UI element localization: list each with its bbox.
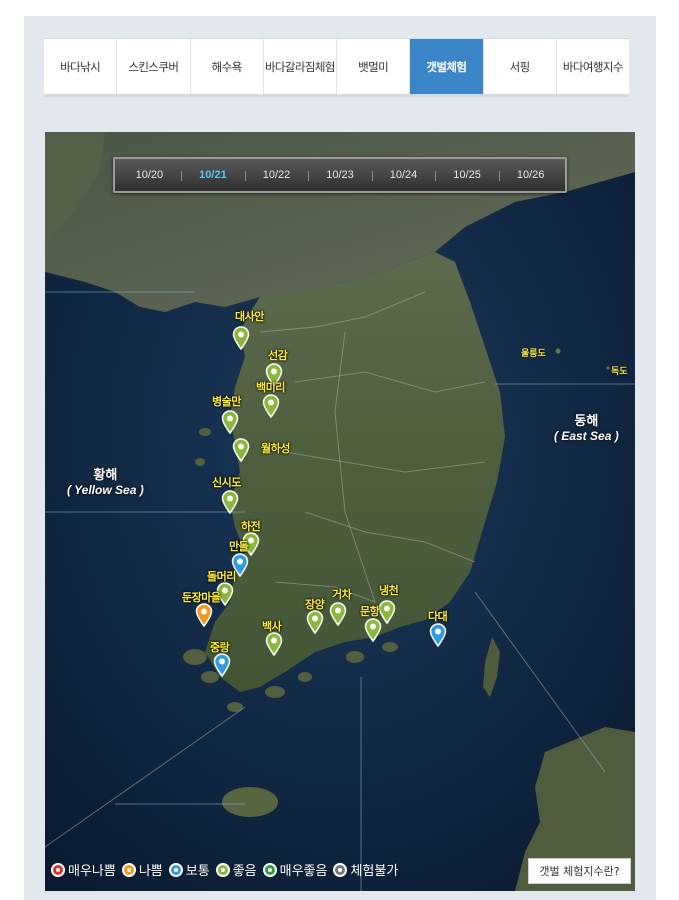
marker-label: 문항 — [360, 605, 380, 618]
legend-label: 나쁨 — [138, 864, 163, 879]
legend-item: 매우좋음 — [262, 860, 328, 879]
marker-label: 병술만 — [212, 395, 241, 408]
ulleungdo-label: 울릉도 — [521, 349, 546, 359]
yellow-sea-en: ( Yellow Sea ) — [67, 483, 144, 497]
tab-2[interactable]: 해수욕 — [191, 39, 264, 94]
marker-label: 거차 — [332, 588, 352, 601]
marker-중랑[interactable] — [213, 653, 231, 677]
map-panel: 10/20 10/21 10/22 10/23 10/24 10/25 10/26 황해 (… — [45, 132, 635, 891]
marker-label: 대사안 — [235, 310, 264, 323]
tideflat-index-help-button[interactable]: 갯벌 체험지수란? — [528, 858, 631, 884]
map-pin-icon — [306, 610, 324, 634]
legend-label: 매우나쁨 — [68, 864, 116, 879]
legend-dot-icon — [215, 862, 230, 877]
date-1[interactable]: 10/21 — [181, 169, 245, 181]
date-2[interactable]: 10/22 — [244, 169, 309, 181]
marker-label: 백미리 — [256, 381, 285, 394]
marker-백사[interactable] — [265, 632, 283, 656]
activity-tabs: 바다낚시 스킨스쿠버 해수욕 바다갈라짐체험 뱃멀미 갯벌체험 서핑 바다여행지수 — [44, 38, 629, 97]
marker-장양[interactable] — [306, 610, 324, 634]
tab-0[interactable]: 바다낚시 — [44, 39, 118, 94]
legend-label: 매우좋음 — [279, 864, 328, 879]
marker-신시도[interactable] — [221, 490, 239, 514]
legend-dot-icon — [333, 862, 348, 877]
east-sea-label: 동해 ( East Sea ) — [554, 410, 619, 443]
map-pin-icon — [195, 603, 213, 627]
marker-label: 신시도 — [212, 476, 241, 489]
marker-label: 백사 — [262, 620, 282, 633]
tab-6[interactable]: 서핑 — [484, 39, 557, 94]
legend-item: 좋음 — [215, 860, 257, 879]
date-selector: 10/20 10/21 10/22 10/23 10/24 10/25 10/26 — [113, 157, 567, 193]
marker-label: 장양 — [305, 598, 325, 611]
legend-dot-icon — [168, 862, 183, 877]
legend-dot-icon — [262, 862, 277, 877]
yellow-sea-ko: 황해 — [93, 467, 118, 482]
map-pin-icon — [262, 394, 280, 418]
date-3[interactable]: 10/23 — [308, 169, 372, 181]
legend-item: 보통 — [168, 860, 210, 879]
marker-label: 하전 — [241, 520, 261, 533]
marker-label: 선감 — [268, 349, 288, 362]
east-sea-en: ( East Sea ) — [554, 429, 619, 443]
map-pin-icon — [364, 618, 382, 642]
marker-둔장마을[interactable] — [195, 603, 213, 627]
map-pin-icon — [265, 632, 283, 656]
marker-label: 둔장마을 — [182, 591, 221, 604]
tab-1[interactable]: 스킨스쿠버 — [117, 39, 191, 94]
date-4[interactable]: 10/24 — [371, 169, 436, 181]
map-legend: 매우나쁨 나쁨 보통 좋음 매우좋음 체험불가 — [51, 860, 404, 879]
marker-label: 냉천 — [379, 584, 399, 597]
map-pin-icon — [429, 623, 447, 647]
legend-dot-icon — [51, 862, 65, 877]
marker-다대[interactable] — [429, 623, 447, 647]
tab-3[interactable]: 바다갈라짐체험 — [264, 39, 337, 94]
tab-5[interactable]: 갯벌체험 — [410, 39, 484, 94]
marker-label: 중랑 — [210, 641, 230, 654]
satellite-map — [45, 132, 635, 891]
map-pin-icon — [232, 438, 250, 462]
legend-item: 나쁨 — [121, 860, 163, 879]
legend-label: 보통 — [185, 864, 210, 879]
legend-label: 좋음 — [232, 864, 257, 879]
marker-거차[interactable] — [329, 602, 347, 626]
marker-백미리[interactable] — [262, 394, 280, 418]
marker-월하성[interactable] — [232, 438, 250, 462]
tab-4[interactable]: 뱃멀미 — [337, 39, 411, 94]
map-pin-icon — [213, 653, 231, 677]
marker-label: 다대 — [428, 610, 448, 623]
date-5[interactable]: 10/25 — [435, 169, 499, 181]
marker-문항[interactable] — [364, 618, 382, 642]
marker-label: 돌머리 — [207, 570, 236, 583]
tab-7[interactable]: 바다여행지수 — [557, 39, 629, 94]
map-pin-icon — [232, 326, 250, 350]
map-pin-icon — [221, 410, 239, 434]
map-pin-icon — [329, 602, 347, 626]
map-pin-icon — [221, 490, 239, 514]
east-sea-ko: 동해 — [574, 413, 599, 428]
date-0[interactable]: 10/20 — [118, 169, 182, 181]
marker-label: 만돌 — [229, 540, 249, 553]
legend-label: 체험불가 — [350, 864, 399, 879]
dokdo-label: 독도 — [611, 367, 628, 377]
legend-item: 매우나쁨 — [51, 860, 116, 879]
marker-label: 월하성 — [261, 442, 290, 455]
legend-dot-icon — [121, 862, 136, 877]
marker-병술만[interactable] — [221, 410, 239, 434]
legend-item: 체험불가 — [333, 860, 398, 879]
date-6[interactable]: 10/26 — [498, 169, 563, 181]
yellow-sea-label: 황해 ( Yellow Sea ) — [67, 464, 144, 497]
marker-대사안[interactable] — [232, 326, 250, 350]
